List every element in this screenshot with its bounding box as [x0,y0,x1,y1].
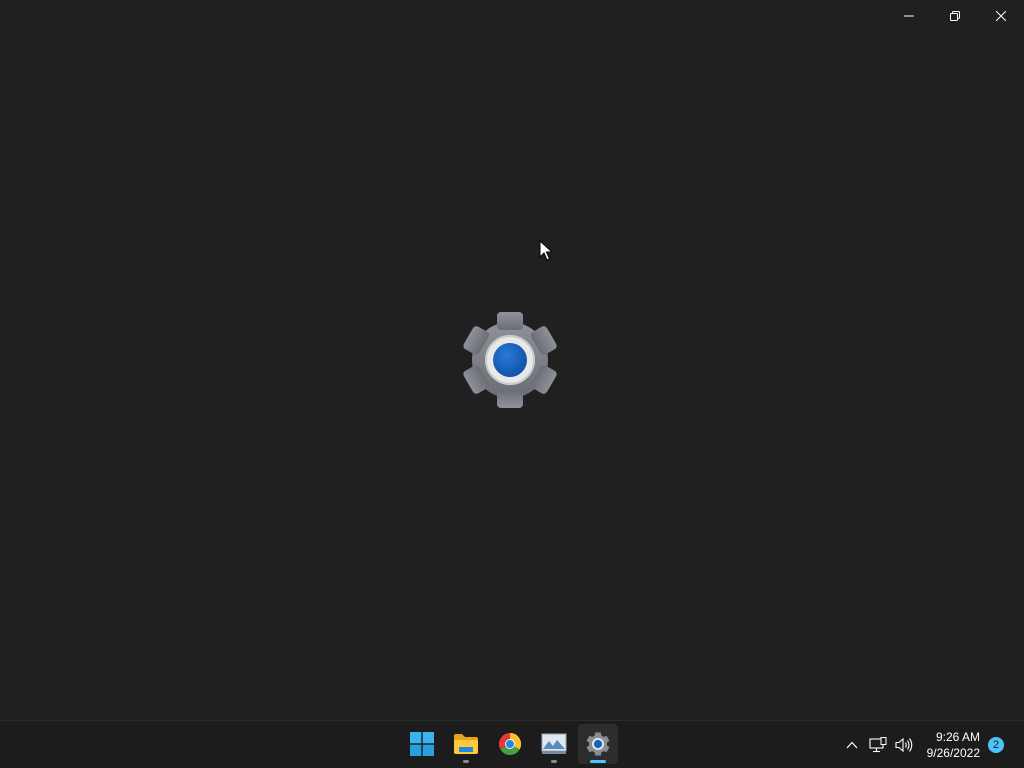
taskbar-apps [402,724,618,766]
running-indicator [551,760,557,763]
mouse-cursor-icon [539,240,553,261]
taskbar: 9:26 AM 9/26/2022 2 [0,720,1024,768]
photos-button[interactable] [534,724,574,764]
network-button[interactable] [865,730,891,760]
file-explorer-button[interactable] [446,724,486,764]
clock-date: 9/26/2022 [926,745,980,760]
running-indicator [463,760,469,763]
system-tray: 9:26 AM 9/26/2022 2 [839,721,1024,768]
volume-button[interactable] [891,730,917,760]
start-button[interactable] [402,724,442,764]
close-button[interactable] [978,0,1024,32]
restore-button[interactable] [932,0,978,32]
image-icon [541,733,567,754]
windows-start-icon [410,732,434,756]
chrome-icon [498,733,522,756]
settings-gear-icon [586,732,610,756]
settings-window [0,0,1024,720]
volume-icon [895,737,912,752]
desktop-screen: 9:26 AM 9/26/2022 2 [0,0,1024,768]
show-hidden-icons-button[interactable] [839,730,865,760]
chevron-up-icon [846,741,858,748]
active-indicator [590,760,606,763]
chrome-button[interactable] [490,724,530,764]
close-icon [996,11,1006,21]
network-icon [869,736,887,752]
window-controls [886,0,1024,32]
minimize-button[interactable] [886,0,932,32]
restore-icon [950,11,960,21]
settings-button[interactable] [578,724,618,764]
settings-gear-icon [461,312,559,408]
notification-badge[interactable]: 2 [988,736,1004,753]
folder-icon [454,734,478,754]
clock-time: 9:26 AM [935,729,980,744]
minimize-icon [904,15,914,17]
clock[interactable]: 9:26 AM 9/26/2022 [927,729,980,761]
